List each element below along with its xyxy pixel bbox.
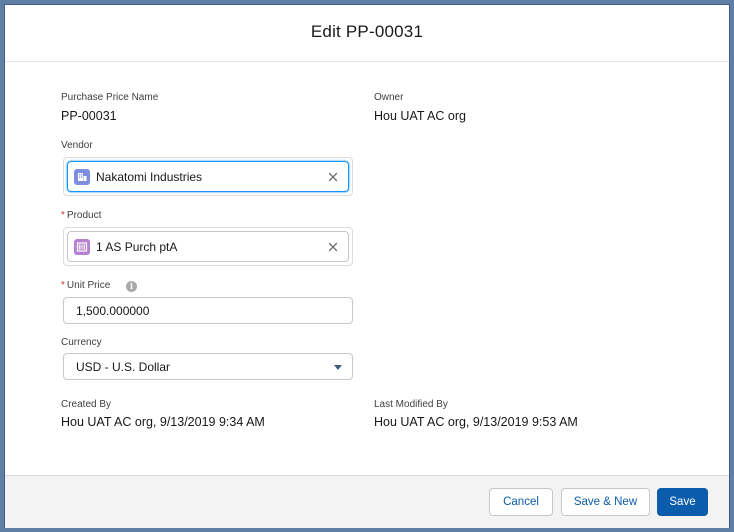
- product-pill[interactable]: 1 AS Purch ptA: [67, 231, 349, 262]
- created-by-value: Hou UAT AC org, 9/13/2019 9:34 AM: [61, 415, 265, 429]
- required-marker: *: [61, 280, 65, 291]
- cancel-button[interactable]: Cancel: [489, 488, 553, 516]
- modal-body: Purchase Price Name PP-00031 Owner Hou U…: [5, 62, 729, 475]
- info-icon[interactable]: i: [126, 281, 137, 292]
- purchase-price-name-label: Purchase Price Name: [61, 92, 159, 103]
- chevron-down-icon: [334, 365, 342, 370]
- vendor-value: Nakatomi Industries: [96, 170, 203, 184]
- clear-product-icon[interactable]: [324, 238, 342, 256]
- currency-select[interactable]: USD - U.S. Dollar: [63, 353, 353, 380]
- vendor-lookup: Nakatomi Industries: [63, 157, 353, 196]
- last-modified-by-value: Hou UAT AC org, 9/13/2019 9:53 AM: [374, 415, 578, 429]
- modal-footer: Cancel Save & New Save: [5, 475, 729, 528]
- vendor-pill[interactable]: Nakatomi Industries: [67, 161, 349, 192]
- product-icon: [74, 239, 90, 255]
- purchase-price-name-value: PP-00031: [61, 109, 117, 123]
- currency-value: USD - U.S. Dollar: [76, 360, 171, 374]
- unit-price-label-text: Unit Price: [66, 280, 111, 291]
- unit-price-value: 1,500.000000: [76, 304, 150, 318]
- product-value: 1 AS Purch ptA: [96, 240, 178, 254]
- unit-price-input[interactable]: 1,500.000000: [63, 297, 353, 324]
- modal-header: Edit PP-00031: [5, 5, 729, 62]
- save-button[interactable]: Save: [657, 488, 708, 516]
- currency-label: Currency: [61, 337, 102, 348]
- account-icon: [74, 169, 90, 185]
- unit-price-label: * Unit Price: [61, 280, 110, 291]
- owner-label: Owner: [374, 92, 404, 103]
- product-lookup: 1 AS Purch ptA: [63, 227, 353, 266]
- modal-title: Edit PP-00031: [310, 22, 424, 41]
- created-by-label: Created By: [61, 399, 112, 410]
- save-and-new-button[interactable]: Save & New: [561, 488, 650, 516]
- edit-modal: Edit PP-00031 Purchase Price Name PP-000…: [4, 4, 730, 528]
- clear-vendor-icon[interactable]: [324, 168, 342, 186]
- last-modified-by-label: Last Modified By: [374, 399, 448, 410]
- product-label-text: Product: [66, 210, 102, 221]
- owner-value: Hou UAT AC org: [374, 109, 466, 123]
- required-marker: *: [61, 210, 65, 221]
- vendor-label: Vendor: [61, 140, 93, 151]
- product-label: * Product: [61, 210, 101, 221]
